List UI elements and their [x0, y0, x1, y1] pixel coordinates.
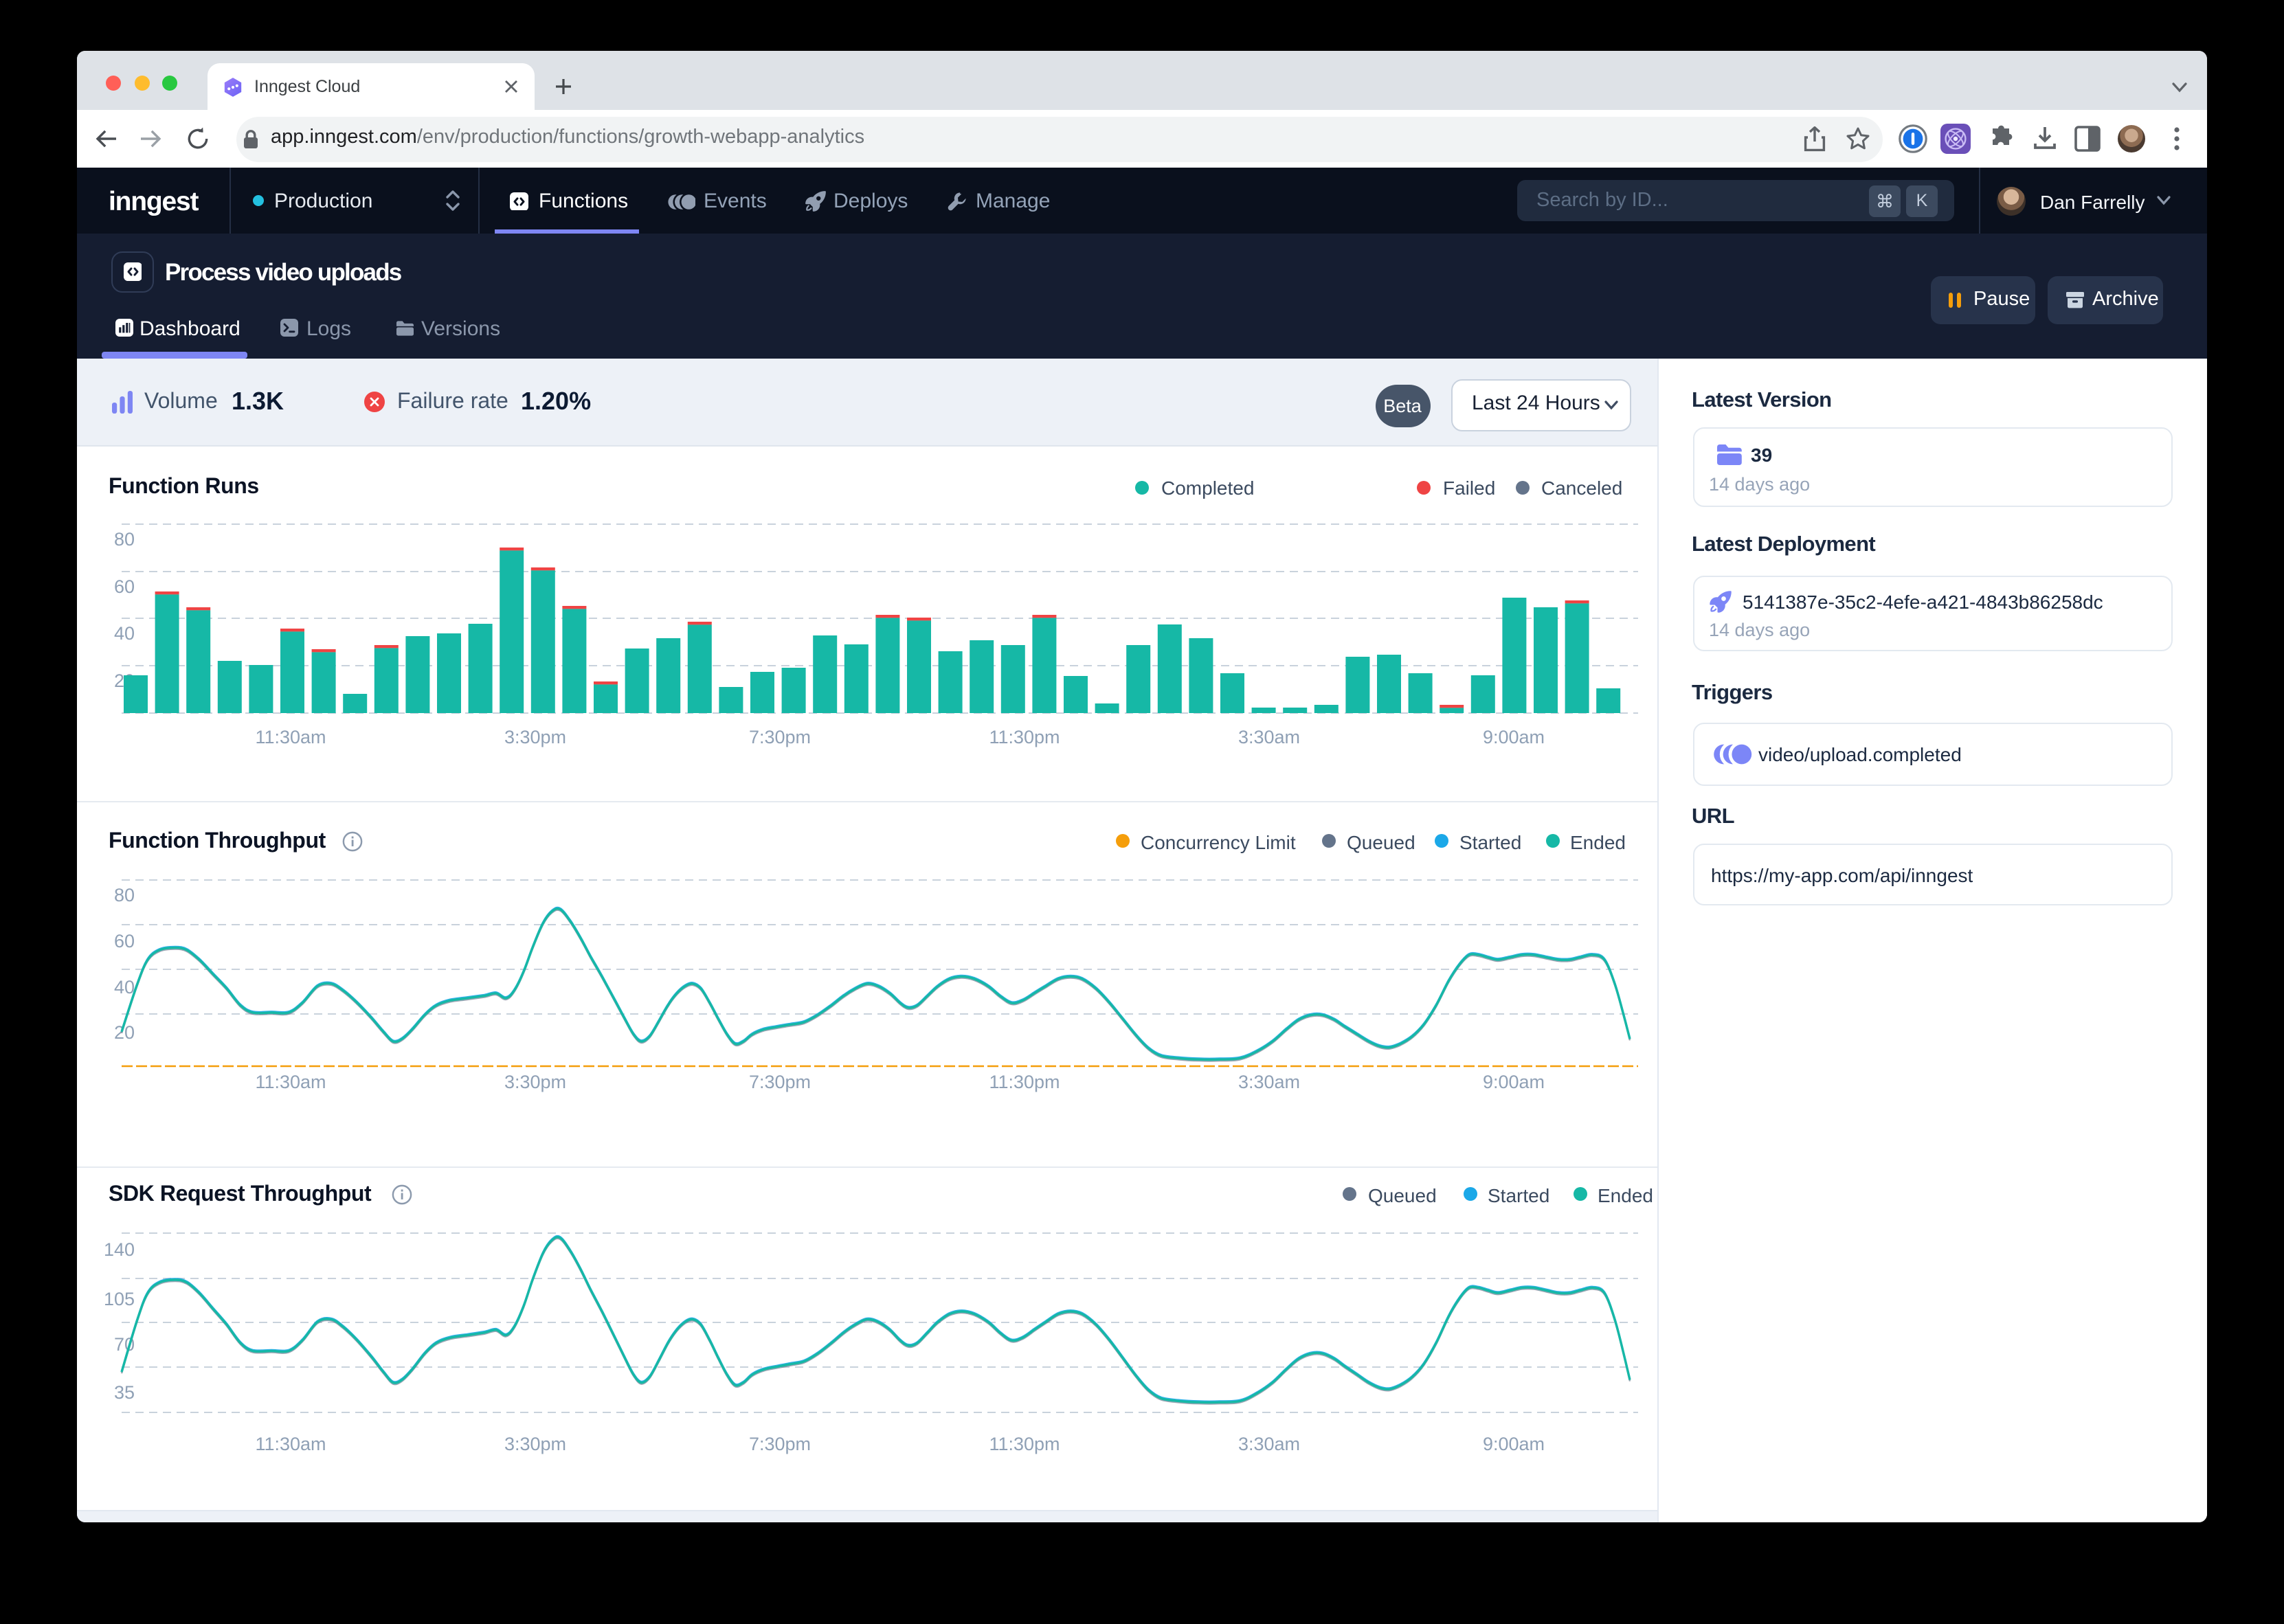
svg-text:9:00am: 9:00am	[1483, 727, 1545, 747]
svg-text:11:30pm: 11:30pm	[989, 727, 1060, 747]
svg-text:80: 80	[114, 885, 135, 905]
svg-text:3:30am: 3:30am	[1238, 1434, 1300, 1454]
svg-text:3:30pm: 3:30pm	[504, 1072, 566, 1092]
svg-text:7:30pm: 7:30pm	[749, 1072, 811, 1092]
svg-text:80: 80	[114, 529, 135, 550]
svg-text:3:30am: 3:30am	[1238, 727, 1300, 747]
svg-text:11:30am: 11:30am	[255, 1434, 326, 1454]
svg-text:40: 40	[114, 623, 135, 644]
svg-text:40: 40	[114, 977, 135, 997]
svg-text:9:00am: 9:00am	[1483, 1434, 1545, 1454]
svg-text:3:30pm: 3:30pm	[504, 1434, 566, 1454]
svg-text:11:30pm: 11:30pm	[989, 1072, 1060, 1092]
svg-text:11:30am: 11:30am	[255, 1072, 326, 1092]
svg-text:7:30pm: 7:30pm	[749, 1434, 811, 1454]
svg-text:105: 105	[104, 1289, 135, 1309]
svg-text:11:30am: 11:30am	[255, 727, 326, 747]
svg-text:11:30pm: 11:30pm	[989, 1434, 1060, 1454]
svg-text:7:30pm: 7:30pm	[749, 727, 811, 747]
svg-text:140: 140	[104, 1239, 135, 1260]
svg-text:60: 60	[114, 576, 135, 597]
svg-text:3:30am: 3:30am	[1238, 1072, 1300, 1092]
svg-text:9:00am: 9:00am	[1483, 1072, 1545, 1092]
svg-text:60: 60	[114, 931, 135, 951]
svg-text:35: 35	[114, 1382, 135, 1403]
svg-text:3:30pm: 3:30pm	[504, 727, 566, 747]
